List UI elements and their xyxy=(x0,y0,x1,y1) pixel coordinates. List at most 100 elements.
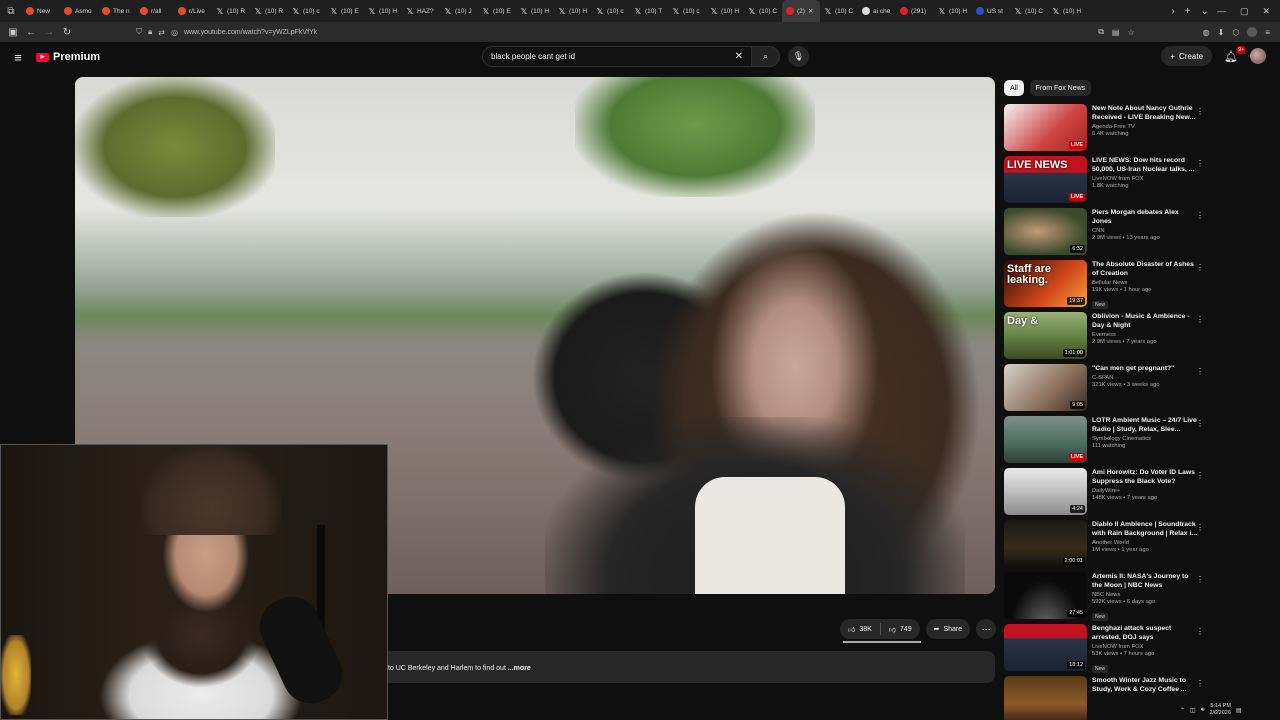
browser-tab[interactable]: 𝕏 (10) H xyxy=(516,0,554,22)
tracking-shield-icon[interactable]: ⛉ xyxy=(136,27,142,37)
video-thumbnail[interactable]: 6:32 xyxy=(1004,208,1087,255)
close-tab-icon[interactable]: ✕ xyxy=(808,7,813,15)
search-query[interactable]: black people cant get id xyxy=(491,52,575,61)
recommended-video[interactable]: 27:45 Artemis II: NASA's Journey to the M… xyxy=(1004,572,1208,624)
video-thumbnail[interactable]: LIVE NEWS LIVE xyxy=(1004,156,1087,203)
recommended-video[interactable]: 6:32 Piers Morgan debates Alex Jones CNN 2.… xyxy=(1004,208,1208,260)
browser-tab[interactable]: r/Live xyxy=(174,0,212,22)
browser-tab[interactable]: 𝕏 HAZ? xyxy=(402,0,440,22)
browser-tab[interactable]: 𝕏 (10) c xyxy=(288,0,326,22)
recommended-video[interactable]: Staff are leaking. 19:37 The Absolute Disa… xyxy=(1004,260,1208,312)
browser-tab[interactable]: 𝕏 (10) E xyxy=(478,0,516,22)
filter-chip[interactable]: All xyxy=(1004,80,1024,96)
video-title[interactable]: Ami Horowitz: Do Voter ID Laws Suppress … xyxy=(1092,468,1198,486)
recommended-video[interactable]: 4:24 Ami Horowitz: Do Voter ID Laws Suppr… xyxy=(1004,468,1208,520)
like-button[interactable]: 👍︎ 38K xyxy=(840,619,880,639)
video-title[interactable]: Piers Morgan debates Alex Jones xyxy=(1092,208,1198,226)
show-more-link[interactable]: ...more xyxy=(508,665,531,672)
vpn-icon[interactable]: ◍ xyxy=(1203,28,1210,37)
browser-tab[interactable]: (291) xyxy=(896,0,934,22)
bookmark-star-icon[interactable]: ☆ xyxy=(1127,28,1134,37)
recommended-video[interactable]: LIVE LOTR Ambient Music – 24/7 Live Radio… xyxy=(1004,416,1208,468)
video-description[interactable]: to UC Berkeley and Harlem to find out ..… xyxy=(388,651,995,683)
video-menu-icon[interactable]: ⋮ xyxy=(1196,211,1204,220)
address-bar[interactable]: ⛉ 🔒︎ ⇄ ◎ www.youtube.com/watch?v=yWZLpFk… xyxy=(136,24,317,40)
video-title[interactable]: Smooth Winter Jazz Music to Study, Work … xyxy=(1092,676,1198,694)
video-menu-icon[interactable]: ⋮ xyxy=(1196,367,1204,376)
channel-name[interactable]: Agenda-Free TV xyxy=(1092,124,1198,130)
scroll-tabs-right-icon[interactable]: › xyxy=(1171,6,1174,17)
recommended-video[interactable]: 18:12 Benghazi attack suspect arrested, D… xyxy=(1004,624,1208,676)
notifications-button[interactable]: 🔔︎ 9+ xyxy=(1224,45,1246,63)
video-title[interactable]: Diablo II Ambience | Soundtrack with Rai… xyxy=(1092,520,1198,538)
browser-tab[interactable]: 𝕏 (10) c xyxy=(668,0,706,22)
channel-name[interactable]: LiveNOW from FOX xyxy=(1092,176,1198,182)
guide-menu-icon[interactable]: ≡ xyxy=(0,50,36,65)
account-avatar[interactable] xyxy=(1250,48,1266,64)
browser-menu-icon[interactable]: ≡ xyxy=(1265,28,1270,37)
browser-tab[interactable]: 𝕏 (10) H xyxy=(364,0,402,22)
video-menu-icon[interactable]: ⋮ xyxy=(1196,159,1204,168)
browser-tab[interactable]: ai che xyxy=(858,0,896,22)
video-menu-icon[interactable]: ⋮ xyxy=(1196,627,1204,636)
video-title[interactable]: Oblivion - Music & Ambience - Day & Nigh… xyxy=(1092,312,1198,330)
channel-name[interactable]: Symbology Cinematics xyxy=(1092,436,1198,442)
video-thumbnail[interactable]: Day & 1:01:00 xyxy=(1004,312,1087,359)
browser-tab[interactable]: 𝕏 (10) H xyxy=(1048,0,1086,22)
maximize-icon[interactable]: ▢ xyxy=(1240,6,1249,17)
recommended-video[interactable]: Smooth Winter Jazz Music to Study, Work … xyxy=(1004,676,1208,720)
minimize-icon[interactable]: — xyxy=(1217,6,1226,17)
tray-volume-icon[interactable]: 🔊︎ xyxy=(1201,707,1205,714)
lock-icon[interactable]: 🔒︎ xyxy=(148,27,152,37)
recommended-video[interactable]: LIVE NEWS LIVE LIVE NEWS: Dow hits record … xyxy=(1004,156,1208,208)
voice-search-button[interactable]: 🎙︎ xyxy=(788,46,809,67)
video-thumbnail[interactable]: 9:05 xyxy=(1004,364,1087,411)
browser-tab[interactable]: New xyxy=(22,0,60,22)
search-input[interactable]: black people cant get id ✕ xyxy=(482,46,752,67)
share-button[interactable]: ➦ Share xyxy=(925,619,971,639)
channel-name[interactable]: Another World xyxy=(1092,540,1198,546)
profile-avatar[interactable] xyxy=(1247,27,1258,37)
new-tab-button[interactable]: + xyxy=(1185,6,1191,17)
video-thumbnail[interactable]: LIVE xyxy=(1004,104,1087,151)
video-title[interactable]: Benghazi attack suspect arrested, DOJ sa… xyxy=(1092,624,1198,642)
channel-name[interactable]: CNN xyxy=(1092,228,1198,234)
site-settings-icon[interactable]: ⇄ xyxy=(158,28,165,37)
recommended-video[interactable]: LIVE New Note About Nancy Guthrie Receive… xyxy=(1004,104,1208,156)
video-title[interactable]: LIVE NEWS: Dow hits record 50,000, US-Ir… xyxy=(1092,156,1198,174)
search-button[interactable]: ⌕ xyxy=(752,46,780,67)
browser-tab[interactable]: 𝕏 (10) C xyxy=(820,0,858,22)
tab-actions-icon[interactable]: ⧉ xyxy=(0,0,22,22)
forward-icon[interactable]: → xyxy=(40,27,58,38)
browser-tab[interactable]: r/all xyxy=(136,0,174,22)
browser-tab[interactable]: Asmo xyxy=(60,0,98,22)
video-menu-icon[interactable]: ⋮ xyxy=(1196,679,1204,688)
browser-tab[interactable]: 𝕏 (10) H xyxy=(706,0,744,22)
close-window-icon[interactable]: ✕ xyxy=(1262,6,1270,17)
browser-tab[interactable]: 𝕏 (10) J xyxy=(440,0,478,22)
url-text[interactable]: www.youtube.com/watch?v=yWZLpFkVfYk xyxy=(184,29,317,36)
video-thumbnail[interactable]: Staff are leaking. 19:37 xyxy=(1004,260,1087,307)
browser-tab[interactable]: 𝕏 (10) T xyxy=(630,0,668,22)
browser-tab[interactable]: 𝕏 (10) H xyxy=(554,0,592,22)
video-thumbnail[interactable] xyxy=(1004,676,1087,720)
filter-chip[interactable]: From Fox News xyxy=(1029,80,1092,96)
video-thumbnail[interactable]: 27:45 xyxy=(1004,572,1087,619)
recommended-video[interactable]: 2:00:01 Diablo II Ambience | Soundtrack w… xyxy=(1004,520,1208,572)
browser-tab[interactable]: 𝕏 (10) E xyxy=(326,0,364,22)
video-menu-icon[interactable]: ⋮ xyxy=(1196,575,1204,584)
browser-tab[interactable]: 𝕏 (10) C xyxy=(1010,0,1048,22)
video-menu-icon[interactable]: ⋮ xyxy=(1196,523,1204,532)
sidebar-toggle-icon[interactable]: ▣ xyxy=(4,27,22,38)
browser-tab[interactable]: The n xyxy=(98,0,136,22)
video-title[interactable]: "Can men get pregnant?" xyxy=(1092,364,1198,373)
video-title[interactable]: LOTR Ambient Music – 24/7 Live Radio | S… xyxy=(1092,416,1198,434)
video-menu-icon[interactable]: ⋮ xyxy=(1196,419,1204,428)
video-title[interactable]: The Absolute Disaster of Ashes of Creati… xyxy=(1092,260,1198,278)
channel-name[interactable]: Evemess xyxy=(1092,332,1198,338)
browser-tab[interactable]: 𝕏 (10) C xyxy=(744,0,782,22)
more-actions-button[interactable]: ⋯ xyxy=(976,619,997,639)
browser-tab[interactable]: US st xyxy=(972,0,1010,22)
extensions-icon[interactable]: ⬡ xyxy=(1232,28,1239,37)
channel-name[interactable]: C-SPAN xyxy=(1092,375,1198,381)
